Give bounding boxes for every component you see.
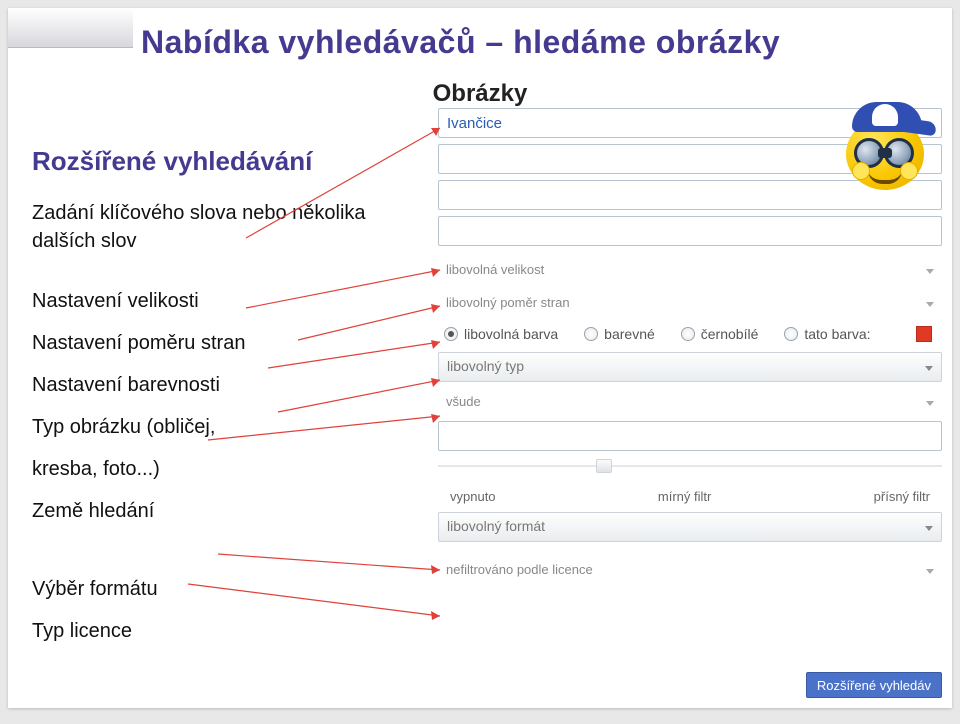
color-colored-option[interactable]: barevné bbox=[584, 326, 655, 342]
annotation-format: Výběr formátu bbox=[32, 575, 412, 603]
slider-track bbox=[438, 465, 942, 467]
safesearch-labels: vypnuto mírný filtr přísný filtr bbox=[438, 481, 942, 512]
slide-sheet: Nabídka vyhledávačů – hledáme obrázky Ob… bbox=[8, 8, 952, 708]
annotation-type-line1: Typ obrázku (obličej, bbox=[32, 413, 412, 441]
annotation-country: Země hledání bbox=[32, 497, 412, 525]
where-select[interactable]: všude bbox=[438, 388, 942, 415]
radio-label: libovolná barva bbox=[464, 326, 558, 342]
radio-icon bbox=[681, 327, 695, 341]
annotation-heading: Rozšířené vyhledávání bbox=[32, 143, 412, 179]
color-this-option[interactable]: tato barva: bbox=[784, 326, 870, 342]
radio-icon bbox=[444, 327, 458, 341]
safesearch-off-label: vypnuto bbox=[450, 489, 496, 504]
title-band: Nabídka vyhledávačů – hledáme obrázky bbox=[133, 8, 952, 76]
annotation-panel: Rozšířené vyhledávání Zadání klíčového s… bbox=[32, 143, 412, 659]
license-select[interactable]: nefiltrováno podle licence bbox=[438, 556, 942, 583]
color-swatch[interactable] bbox=[916, 326, 932, 342]
annotation-color: Nastavení barevnosti bbox=[32, 371, 412, 399]
subtitle: Obrázky bbox=[8, 80, 952, 108]
format-select[interactable]: libovolný formát bbox=[438, 512, 942, 542]
page-title: Nabídka vyhledávačů – hledáme obrázky bbox=[141, 24, 780, 61]
aspect-select[interactable]: libovolný poměr stran bbox=[438, 289, 942, 316]
advanced-search-button[interactable]: Rozšířené vyhledáv bbox=[806, 672, 942, 698]
type-select[interactable]: libovolný typ bbox=[438, 352, 942, 382]
extra-input-3[interactable] bbox=[438, 216, 942, 246]
radio-label: barevné bbox=[604, 326, 655, 342]
size-select[interactable]: libovolná velikost bbox=[438, 256, 942, 283]
color-bw-option[interactable]: černobílé bbox=[681, 326, 759, 342]
mascot-illustration bbox=[838, 98, 934, 194]
country-input[interactable] bbox=[438, 421, 942, 451]
color-radio-group: libovolná barva barevné černobílé tato b… bbox=[438, 322, 942, 346]
slider-thumb-icon[interactable] bbox=[596, 459, 612, 473]
annotation-keyword: Zadání klíčového slova nebo několika dal… bbox=[32, 199, 412, 255]
annotation-aspect: Nastavení poměru stran bbox=[32, 329, 412, 357]
radio-label: černobílé bbox=[701, 326, 759, 342]
radio-icon bbox=[784, 327, 798, 341]
annotation-size: Nastavení velikosti bbox=[32, 287, 412, 315]
color-any-option[interactable]: libovolná barva bbox=[444, 326, 558, 342]
safesearch-slider[interactable] bbox=[438, 457, 942, 475]
radio-icon bbox=[584, 327, 598, 341]
annotation-license: Typ licence bbox=[32, 617, 412, 645]
safesearch-mid-label: mírný filtr bbox=[658, 489, 711, 504]
radio-label: tato barva: bbox=[804, 326, 870, 342]
safesearch-strict-label: přísný filtr bbox=[874, 489, 930, 504]
annotation-type-line2: kresba, foto...) bbox=[32, 455, 412, 483]
